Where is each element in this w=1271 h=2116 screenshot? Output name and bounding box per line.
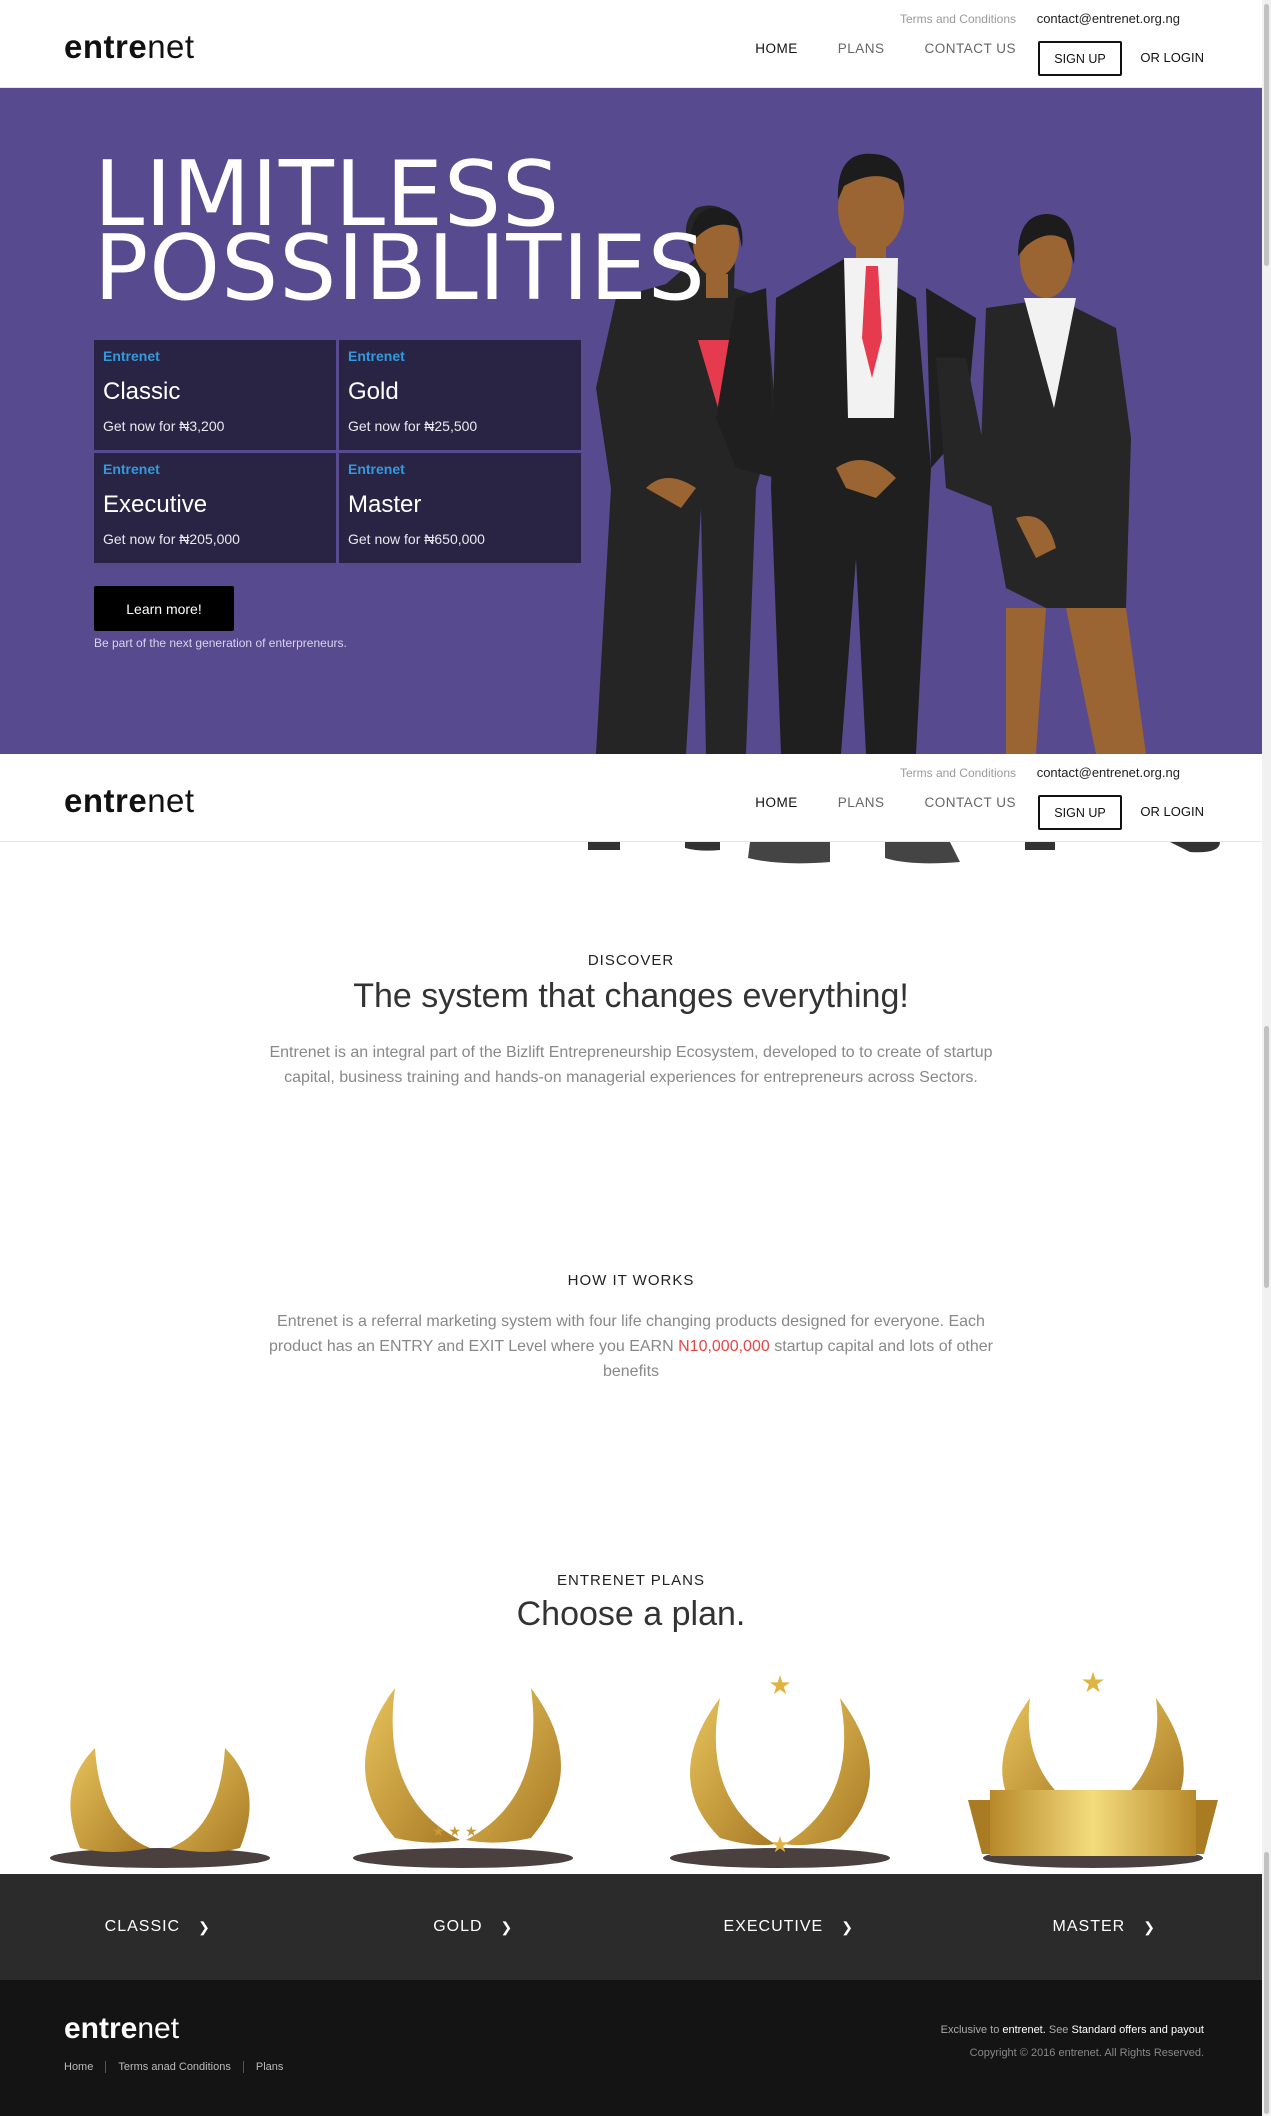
- plan-selector-bar: CLASSIC ❯ GOLD ❯ EXECUTIVE ❯ MASTER ❯: [0, 1874, 1262, 1980]
- how-text: Entrenet is a referral marketing system …: [269, 1313, 993, 1380]
- email-link[interactable]: contact@entrenet.org.ng: [1037, 765, 1180, 780]
- sign-up-button[interactable]: SIGN UP: [1038, 795, 1122, 830]
- plan-link-master[interactable]: MASTER ❯: [947, 1874, 1263, 1980]
- footer-copyright: Copyright © 2016 entrenet. All Rights Re…: [969, 2047, 1204, 2059]
- svg-text:★ ★ ★ ★: ★ ★ ★ ★: [432, 1823, 494, 1839]
- plan-brand: Entrenet: [103, 348, 160, 364]
- footer-logo[interactable]: entrenet: [64, 2012, 179, 2046]
- plan-card-gold[interactable]: Entrenet Gold Get now for ₦25,500: [339, 340, 581, 450]
- star-icon: ★: [770, 1832, 790, 1857]
- sign-up-button[interactable]: SIGN UP: [1038, 41, 1122, 76]
- nav-home[interactable]: HOME: [755, 41, 798, 56]
- discover-title: The system that changes everything!: [353, 977, 909, 1015]
- illustration-feet: [588, 842, 1220, 864]
- discover-eyebrow: DISCOVER: [587, 952, 675, 969]
- hero-title: LIMITLESS POSSIBLITIES: [94, 142, 706, 321]
- how-eyebrow: HOW IT WORKS: [567, 1272, 695, 1289]
- star-icon: ★: [1080, 1668, 1105, 1698]
- sticky-header: entrenet Terms and Conditions contact@en…: [0, 754, 1262, 842]
- plans-section: ENTRENET PLANS Choose a plan.: [0, 1572, 1262, 1634]
- footer-link-plans[interactable]: Plans: [242, 2061, 296, 2073]
- login-link[interactable]: OR LOGIN: [1140, 50, 1204, 65]
- laurel-wreath-icon-classic: [50, 1748, 270, 1868]
- plan-brand: Entrenet: [103, 461, 160, 477]
- top-header: entrenet Terms and Conditions contact@en…: [0, 0, 1262, 88]
- earn-amount: N10,000,000: [678, 1338, 770, 1355]
- email-link[interactable]: contact@entrenet.org.ng: [1037, 11, 1180, 26]
- discover-section: DISCOVER The system that changes everyth…: [0, 952, 1262, 1090]
- plans-title: Choose a plan.: [516, 1595, 746, 1633]
- plan-link-executive[interactable]: EXECUTIVE ❯: [631, 1874, 947, 1980]
- discover-text: Entrenet is an integral part of the Bizl…: [269, 1044, 993, 1086]
- laurel-wreath-icon-master: ★: [968, 1668, 1218, 1868]
- plan-brand: Entrenet: [348, 348, 405, 364]
- plan-card-classic[interactable]: Entrenet Classic Get now for ₦3,200: [94, 340, 336, 450]
- chevron-right-icon: ❯: [1143, 1918, 1156, 1935]
- chevron-right-icon: ❯: [500, 1918, 514, 1935]
- plan-link-classic[interactable]: CLASSIC ❯: [0, 1874, 316, 1980]
- plans-eyebrow: ENTRENET PLANS: [557, 1572, 705, 1589]
- nav-contact[interactable]: CONTACT US: [924, 795, 1016, 810]
- footer: entrenet Home Terms anad Conditions Plan…: [0, 1980, 1262, 2116]
- logo[interactable]: entrenet: [64, 28, 195, 66]
- plan-emblems: ★ ★ ★ ★ ★ ★ ★: [50, 1668, 1218, 1868]
- standard-offers-link[interactable]: Standard offers and payout: [1071, 2024, 1204, 2036]
- hero-plans-grid: Entrenet Classic Get now for ₦3,200 Entr…: [94, 340, 582, 563]
- hero-banner: LIMITLESS POSSIBLITIES Entrenet Classic G…: [0, 88, 1262, 754]
- footer-exclusive: Exclusive to entrenet. See Standard offe…: [940, 2024, 1204, 2036]
- plan-name: Executive: [103, 491, 208, 518]
- plan-name: Gold: [348, 378, 399, 405]
- plan-card-master[interactable]: Entrenet Master Get now for ₦650,000: [339, 453, 581, 563]
- plan-name: Master: [348, 491, 422, 518]
- laurel-wreath-icon-gold: ★ ★ ★ ★: [353, 1688, 573, 1868]
- plan-card-executive[interactable]: Entrenet Executive Get now for ₦205,000: [94, 453, 336, 563]
- scrollbar-thumb[interactable]: [1264, 1026, 1269, 1288]
- main-nav: HOME PLANS CONTACT US: [715, 795, 1016, 810]
- hero-tagline: Be part of the next generation of enterp…: [94, 636, 347, 650]
- plan-link-gold[interactable]: GOLD ❯: [316, 1874, 632, 1980]
- plan-brand: Entrenet: [348, 461, 405, 477]
- plan-price: Get now for ₦3,200: [103, 418, 225, 434]
- laurel-wreath-icon-executive: ★ ★: [670, 1670, 890, 1868]
- footer-link-terms[interactable]: Terms anad Conditions: [105, 2061, 243, 2073]
- scrollbar-thumb[interactable]: [1264, 4, 1269, 266]
- main-nav: HOME PLANS CONTACT US: [715, 41, 1016, 56]
- terms-link[interactable]: Terms and Conditions: [900, 12, 1016, 26]
- chevron-right-icon: ❯: [841, 1918, 854, 1935]
- star-icon: ★: [768, 1670, 791, 1700]
- terms-link[interactable]: Terms and Conditions: [900, 766, 1016, 780]
- nav-plans[interactable]: PLANS: [838, 795, 885, 810]
- learn-more-button[interactable]: Learn more!: [94, 586, 234, 631]
- chevron-right-icon: ❯: [198, 1918, 211, 1935]
- scrollbar-thumb[interactable]: [1264, 1852, 1269, 2114]
- footer-links: Home Terms anad Conditions Plans: [64, 2061, 295, 2073]
- plan-price: Get now for ₦205,000: [103, 531, 240, 547]
- footer-link-home[interactable]: Home: [64, 2061, 105, 2073]
- plan-price: Get now for ₦650,000: [348, 531, 485, 547]
- plan-name: Classic: [103, 378, 181, 405]
- nav-home[interactable]: HOME: [755, 795, 798, 810]
- page: entrenet Terms and Conditions contact@en…: [0, 0, 1271, 2116]
- plan-price: Get now for ₦25,500: [348, 418, 478, 434]
- how-it-works-section: HOW IT WORKS Entrenet is a referral mark…: [0, 1272, 1262, 1384]
- logo[interactable]: entrenet: [64, 782, 195, 820]
- ribbon-banner-icon: [990, 1790, 1196, 1856]
- nav-plans[interactable]: PLANS: [838, 41, 885, 56]
- login-link[interactable]: OR LOGIN: [1140, 804, 1204, 819]
- nav-contact[interactable]: CONTACT US: [924, 41, 1016, 56]
